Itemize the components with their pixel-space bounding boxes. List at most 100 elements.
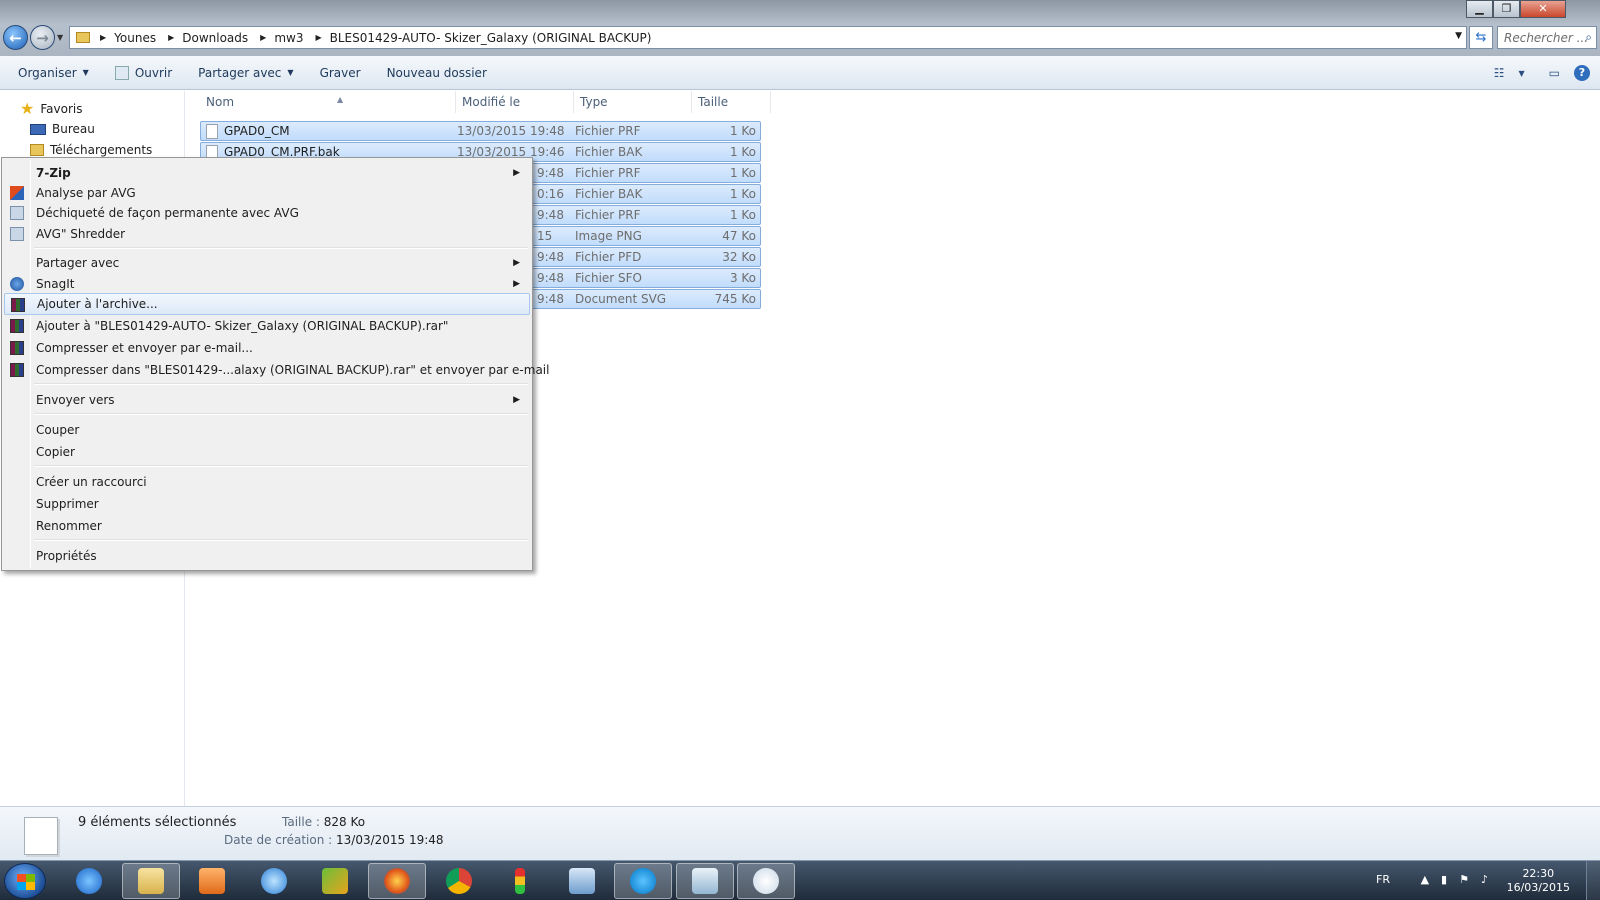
taskbar-media-player[interactable] [183, 863, 241, 899]
window-controls: ▁ ❐ ✕ [1466, 0, 1566, 18]
winrar-icon [11, 298, 25, 312]
back-button[interactable]: ← [3, 25, 28, 50]
column-header-nom[interactable]: Nom ▲ [200, 91, 456, 113]
menu-item-compress-rar-email[interactable]: Compresser dans "BLES01429-...alaxy (ORI… [4, 359, 549, 381]
taskbar-paint[interactable] [737, 863, 795, 899]
submenu-arrow-icon: ▶ [513, 258, 520, 268]
network-signal-icon[interactable]: ▮ [1441, 873, 1447, 886]
network-icon [569, 868, 595, 894]
media-player-icon [199, 868, 225, 894]
menu-item-avg-shredder[interactable]: AVG" Shredder [4, 223, 530, 245]
taskbar-app-4[interactable] [245, 863, 303, 899]
taskbar-app-network[interactable] [553, 863, 611, 899]
clock[interactable]: 22:30 16/03/2015 [1507, 867, 1570, 895]
view-dropdown-icon[interactable]: ▼ [1519, 69, 1525, 78]
folder-icon [76, 32, 90, 43]
column-header-type[interactable]: Type [574, 91, 692, 113]
chevron-right-icon[interactable]: ▶ [315, 33, 321, 42]
app-icon [261, 868, 287, 894]
view-options-icon[interactable]: ☷ [1494, 66, 1505, 80]
snagit-icon [10, 277, 24, 291]
menu-item-supprimer[interactable]: Supprimer [4, 493, 530, 515]
winrar-icon [10, 319, 24, 333]
traffic-light-icon [515, 868, 525, 894]
action-center-icon[interactable]: ⚑ [1459, 873, 1469, 886]
skype-icon [630, 868, 656, 894]
menu-item-envoyer-vers[interactable]: Envoyer vers ▶ [4, 389, 530, 411]
created-value: 13/03/2015 19:48 [336, 833, 444, 847]
breadcrumb-downloads[interactable]: Downloads ▶ [182, 31, 274, 45]
menu-item-creer-raccourci[interactable]: Créer un raccourci [4, 471, 530, 493]
start-button[interactable] [4, 863, 46, 899]
show-desktop-button[interactable] [1586, 861, 1600, 900]
menu-item-add-archive[interactable]: Ajouter à l'archive... [4, 293, 530, 315]
language-indicator[interactable]: FR [1376, 873, 1390, 886]
preview-pane-icon[interactable]: ▭ [1549, 66, 1560, 80]
breadcrumb-current-folder[interactable]: BLES01429-AUTO- Skizer_Galaxy (ORIGINAL … [330, 31, 652, 45]
system-tray: ▲ ▮ ⚑ ♪ [1421, 873, 1488, 886]
size-label: Taille : [282, 815, 320, 829]
details-pane: 9 éléments sélectionnés Taille : 828 Ko … [0, 806, 1600, 860]
help-icon[interactable]: ? [1574, 65, 1590, 81]
refresh-button[interactable]: ⇆ [1469, 26, 1493, 49]
file-row[interactable]: GPAD0_CM 13/03/2015 19:48 Fichier PRF 1 Ko [200, 121, 761, 141]
folder-icon [138, 868, 164, 894]
menu-item-avg-scan[interactable]: Analyse par AVG [4, 182, 530, 204]
graver-button[interactable]: Graver [307, 56, 374, 90]
menu-item-7zip[interactable]: 7-Zip ▶ [4, 162, 530, 184]
minimize-button[interactable]: ▁ [1466, 0, 1493, 18]
taskbar-app-5[interactable] [306, 863, 364, 899]
menu-separator [34, 383, 528, 385]
menu-item-add-rar[interactable]: Ajouter à "BLES01429-AUTO- Skizer_Galaxy… [4, 315, 530, 337]
address-bar[interactable]: ▶ Younes ▶ Downloads ▶ mw3 ▶ BLES01429-AUTO… [69, 26, 1467, 49]
created-label: Date de création : [224, 833, 333, 847]
nav-bureau[interactable]: Bureau [30, 122, 95, 136]
taskbar-chrome[interactable] [430, 863, 488, 899]
file-icon [206, 124, 218, 139]
nav-favoris[interactable]: ★ Favoris [20, 99, 82, 118]
internet-explorer-icon [76, 868, 102, 894]
maximize-button[interactable]: ❐ [1493, 0, 1520, 18]
menu-item-copier[interactable]: Copier [4, 441, 530, 463]
nouveau-dossier-button[interactable]: Nouveau dossier [374, 56, 500, 90]
chevron-right-icon[interactable]: ▶ [260, 33, 266, 42]
column-header-modifie[interactable]: Modifié le [456, 91, 574, 113]
taskbar-internet-explorer[interactable] [60, 863, 118, 899]
address-dropdown-icon[interactable]: ▼ [1455, 31, 1462, 41]
notepad-icon [692, 868, 718, 894]
taskbar-firefox[interactable] [368, 863, 426, 899]
menu-item-couper[interactable]: Couper [4, 419, 530, 441]
menu-item-snagit[interactable]: SnagIt ▶ [4, 273, 530, 295]
ouvrir-button[interactable]: Ouvrir [102, 56, 185, 90]
forward-button[interactable]: → [30, 25, 55, 50]
arrow-right-icon: → [36, 28, 49, 47]
close-button[interactable]: ✕ [1520, 0, 1566, 18]
column-header-taille[interactable]: Taille [692, 91, 771, 113]
sort-up-icon: ▲ [337, 95, 344, 104]
app-icon [322, 868, 348, 894]
menu-item-proprietes[interactable]: Propriétés [4, 545, 530, 567]
history-dropdown-icon[interactable]: ▼ [57, 33, 63, 42]
title-bar: ▁ ❐ ✕ ← → ▼ ▶ Younes ▶ Downloads ▶ mw3 ▶ BL… [0, 0, 1600, 56]
taskbar-explorer[interactable] [122, 863, 180, 899]
taskbar-app-traffic-light[interactable] [491, 863, 549, 899]
menu-item-renommer[interactable]: Renommer [4, 515, 530, 537]
file-stack-icon [24, 817, 58, 855]
menu-separator [34, 413, 528, 415]
chevron-right-icon[interactable]: ▶ [168, 33, 174, 42]
tray-expand-icon[interactable]: ▲ [1421, 873, 1429, 886]
nav-telechargements[interactable]: Téléchargements [30, 143, 152, 157]
context-menu: 7-Zip ▶ Analyse par AVG Déchiqueté de faç… [1, 157, 549, 571]
taskbar-skype[interactable] [614, 863, 672, 899]
organiser-button[interactable]: Organiser ▼ [0, 56, 102, 90]
search-input[interactable]: Rechercher ... ⌕ [1497, 26, 1597, 49]
column-headers: Nom ▲ Modifié le Type Taille [186, 91, 776, 113]
partager-avec-button[interactable]: Partager avec ▼ [185, 56, 306, 90]
volume-icon[interactable]: ♪ [1481, 873, 1488, 886]
breadcrumb-mw3[interactable]: mw3 ▶ [274, 31, 329, 45]
menu-item-compress-email[interactable]: Compresser et envoyer par e-mail... [4, 337, 530, 359]
breadcrumb-younes[interactable]: Younes ▶ [114, 31, 182, 45]
menu-item-avg-shred-permanent[interactable]: Déchiqueté de façon permanente avec AVG [4, 202, 530, 224]
taskbar-app-notepad[interactable] [676, 863, 734, 899]
menu-item-partager-avec[interactable]: Partager avec ▶ [4, 252, 530, 274]
